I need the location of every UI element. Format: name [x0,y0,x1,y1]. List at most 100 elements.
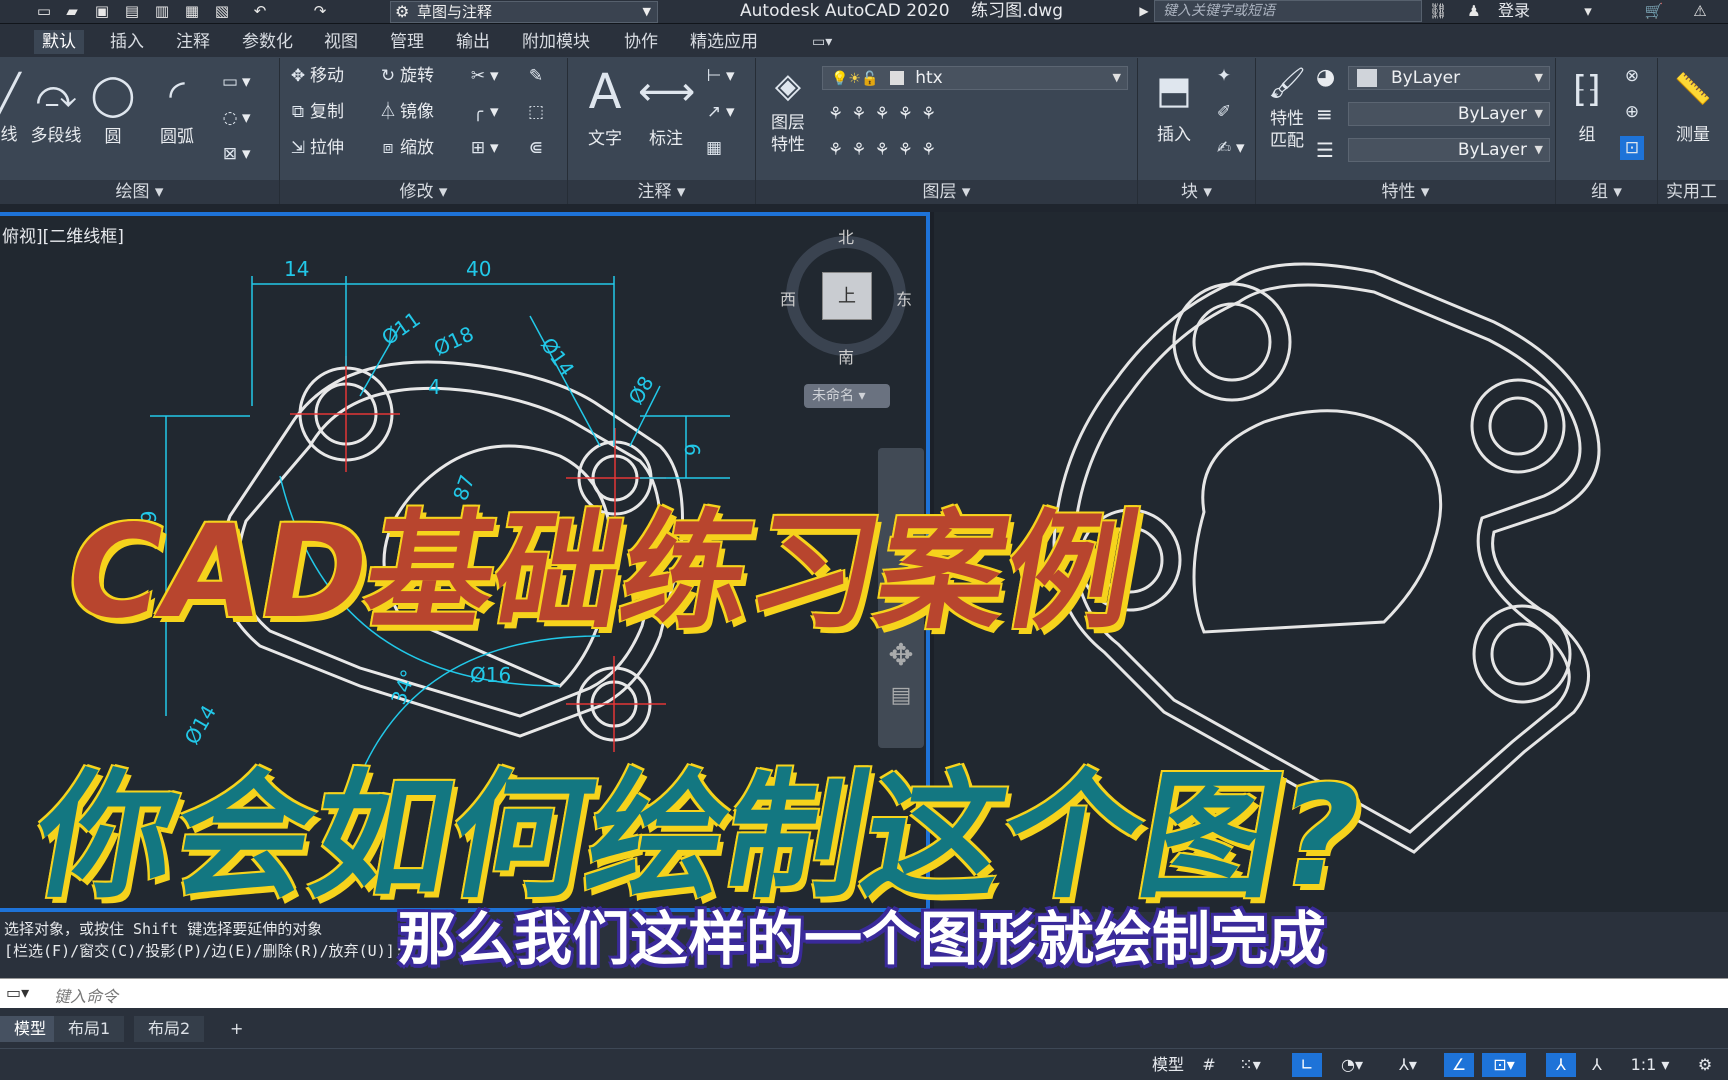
help-arrow-icon[interactable]: ▾ [1578,2,1598,20]
copy-button[interactable]: ⧉ 复制 [286,100,344,124]
arc-tool[interactable]: ◜ 圆弧 [152,72,202,147]
ungroup-icon[interactable]: ⊗ [1620,64,1644,88]
layer-properties-tool[interactable]: ◈ 图层 特性 [760,64,816,156]
osnap-tracking-icon[interactable]: ∠ [1444,1053,1474,1077]
login-link[interactable]: 登录 [1498,0,1530,22]
new-file-icon[interactable]: ▭ [34,2,54,20]
tab-view[interactable]: 视图 [316,30,366,54]
layer-select[interactable]: 💡☀🔓 htx ▼ [822,66,1128,90]
group-tool[interactable]: ⁅⁆ 组 [1562,64,1612,145]
modify-panel-title[interactable]: 修改 ▾ [280,180,567,204]
attribute-icon[interactable]: ✍ ▾ [1212,136,1245,160]
redo-icon[interactable]: ↷ [310,2,330,20]
trim-button[interactable]: ✂ ▾ [466,64,499,88]
color-wheel-icon[interactable]: ◕ [1316,66,1335,90]
create-block-icon[interactable]: ✦ [1212,64,1236,88]
add-layout-icon[interactable]: + [216,1016,257,1042]
mirror-button[interactable]: ⏃ 镜像 [376,100,435,124]
compass-north[interactable]: 北 [838,224,854,248]
isodraft-icon[interactable]: ⅄▾ [1386,1053,1430,1077]
block-panel-title[interactable]: 块 ▾ [1138,180,1255,204]
lineweight-icon[interactable]: ≡ [1316,102,1333,126]
command-prompt-icon[interactable]: ▭▾ [6,983,29,1002]
lineweight-select[interactable]: ByLayer ▼ [1348,102,1550,126]
color-select[interactable]: ByLayer ▼ [1348,66,1550,90]
hatch-icon[interactable]: ◌ ▾ [218,106,251,130]
text-tool[interactable]: A 文字 [580,64,630,149]
osnap-icon[interactable]: ⊡▾ [1482,1053,1526,1077]
open-file-icon[interactable]: ▰ [62,2,82,20]
open-web-icon[interactable]: ▥ [152,2,172,20]
tab-layout2[interactable]: 布局2 [134,1016,205,1042]
layer-tools-row2[interactable]: ⚘⚘⚘⚘⚘ [828,138,944,162]
snap-icon[interactable]: ⁙▾ [1230,1053,1270,1077]
tab-output[interactable]: 输出 [448,30,498,54]
insert-block-tool[interactable]: ⬒ 插入 [1144,64,1204,145]
tab-insert[interactable]: 插入 [102,30,152,54]
tab-parametric[interactable]: 参数化 [234,30,301,54]
cart-icon[interactable]: 🛒 [1644,2,1664,20]
edit-block-icon[interactable]: ✐ [1212,100,1236,124]
panel-toggle-icon[interactable]: ▭▾ [804,30,840,54]
save-icon[interactable]: ▣ [92,2,112,20]
command-line[interactable]: ▭▾ 键入命令 [0,978,1728,1008]
layer-tools-row1[interactable]: ⚘⚘⚘⚘⚘ [828,102,944,126]
array-button[interactable]: ⊞ ▾ [466,136,499,160]
group-edit-icon[interactable]: ⊕ [1620,100,1644,124]
tab-addins[interactable]: 附加模块 [514,30,598,54]
utilities-panel-title[interactable]: 实用工具 [1658,180,1728,226]
auto-scale-icon[interactable]: ⅄ [1582,1053,1612,1077]
linear-dim-icon[interactable]: ⊢ ▾ [702,64,735,88]
tab-default[interactable]: 默认 [34,30,84,54]
annotation-scale[interactable]: 1:1 ▾ [1620,1053,1680,1077]
wcs-menu[interactable]: 未命名 ▾ [804,384,890,408]
compass-south[interactable]: 南 [838,344,854,368]
tab-manage[interactable]: 管理 [382,30,432,54]
command-input[interactable]: 键入命令 [54,983,118,1007]
search-input[interactable]: 键入关键字或短语 [1154,0,1422,22]
erase-button[interactable]: ✎ [524,64,548,88]
alert-icon[interactable]: ⚠ [1690,2,1710,20]
draw-panel-title[interactable]: 绘图 ▾ [0,180,279,204]
table-icon[interactable]: ▦ [702,136,726,160]
save-as-icon[interactable]: ▤ [122,2,142,20]
offset-button[interactable]: ⋐ [524,136,548,160]
group-select-icon[interactable]: ⊡ [1620,136,1644,160]
linetype-select[interactable]: ByLayer ▼ [1348,138,1550,162]
grid-icon[interactable]: # [1196,1053,1222,1077]
compass-east[interactable]: 东 [896,286,912,310]
move-button[interactable]: ✥ 移动 [286,64,344,88]
scale-button[interactable]: ⧈ 缩放 [376,136,434,160]
tab-collaborate[interactable]: 协作 [616,30,666,54]
showmotion-icon[interactable]: ▤ [878,683,924,708]
rotate-button[interactable]: ↻ 旋转 [376,64,434,88]
plot-icon[interactable]: ▧ [212,2,232,20]
polyline-tool[interactable]: ⤼ 多段线 [26,72,86,146]
polar-icon[interactable]: ◔▾ [1330,1053,1374,1077]
model-space-button[interactable]: 模型 [1148,1053,1188,1077]
match-properties-tool[interactable]: 🖌 特性 匹配 [1262,64,1312,152]
measure-tool[interactable]: 📏 测量 [1664,64,1722,145]
tab-model[interactable]: 模型 [0,1016,61,1042]
groups-panel-title[interactable]: 组 ▾ [1556,180,1657,204]
dimension-tool[interactable]: ⟷ 标注 [638,64,695,149]
stretch-button[interactable]: ⇲ 拉伸 [286,136,344,160]
user-icon[interactable]: ♟ [1464,2,1484,20]
gear-icon[interactable]: ⚙ [1690,1053,1720,1077]
layers-panel-title[interactable]: 图层 ▾ [756,180,1137,204]
fillet-button[interactable]: ╭ ▾ [466,100,499,124]
tab-layout1[interactable]: 布局1 [54,1016,125,1042]
annotation-panel-title[interactable]: 注释 ▾ [568,180,755,204]
array3d-button[interactable]: ⬚ [524,100,548,124]
viewcube-face[interactable]: 上 [822,272,872,320]
line-tool[interactable]: ╱ 线 [0,72,24,145]
workspace-select[interactable]: ⚙ 草图与注释 ▼ [390,1,658,23]
caret-right-icon[interactable]: ▶ [1134,2,1154,20]
compass-west[interactable]: 西 [780,286,796,310]
tab-featured[interactable]: 精选应用 [682,30,766,54]
save-web-icon[interactable]: ▦ [182,2,202,20]
circle-tool[interactable]: ◯ 圆 [88,72,138,147]
annotation-visibility-icon[interactable]: ⅄ [1546,1053,1576,1077]
undo-icon[interactable]: ↶ [250,2,270,20]
leader-icon[interactable]: ↗ ▾ [702,100,735,124]
